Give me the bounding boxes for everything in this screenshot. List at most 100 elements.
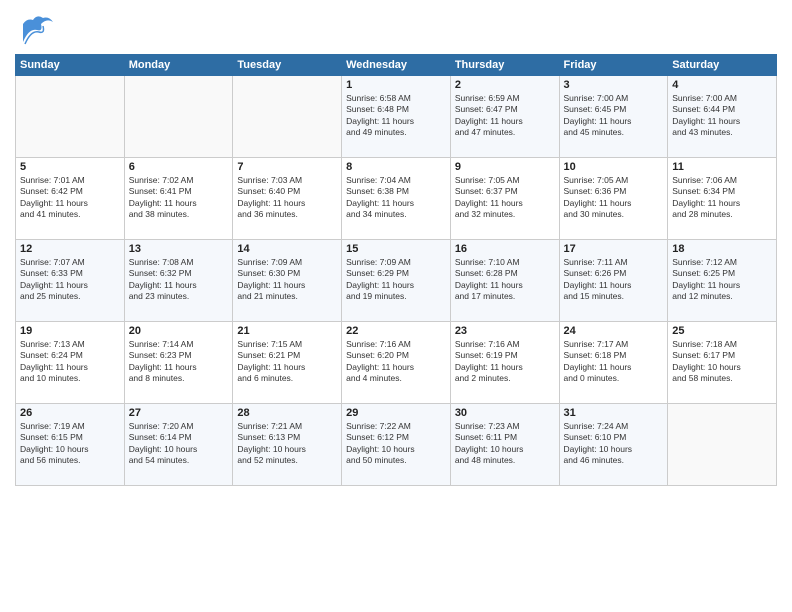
calendar-cell: 5Sunrise: 7:01 AM Sunset: 6:42 PM Daylig… [16, 158, 125, 240]
day-number: 12 [20, 243, 120, 255]
day-info: Sunrise: 7:00 AM Sunset: 6:45 PM Dayligh… [564, 93, 664, 139]
day-number: 8 [346, 161, 446, 173]
day-info: Sunrise: 7:07 AM Sunset: 6:33 PM Dayligh… [20, 257, 120, 303]
calendar-week-row: 19 Sunrise: 7:13 AM Sunset: 6:24 PM Dayli… [16, 322, 777, 404]
calendar-cell: 19 Sunrise: 7:13 AM Sunset: 6:24 PM Dayli… [16, 322, 125, 404]
calendar-week-row: 12 Sunrise: 7:07 AM Sunset: 6:33 PM Dayli… [16, 240, 777, 322]
day-info: Sunrise: 7:21 AM Sunset: 6:13 PM Dayligh… [237, 421, 337, 467]
day-info: Sunrise: 7:03 AM Sunset: 6:40 PM Dayligh… [237, 175, 337, 221]
day-info: Sunrise: 7:16 AM Sunset: 6:19 PM Dayligh… [455, 339, 555, 385]
day-number: 2 [455, 79, 555, 91]
calendar-cell: 28 Sunrise: 7:21 AM Sunset: 6:13 PM Dayli… [233, 404, 342, 486]
calendar-cell: 7 Sunrise: 7:03 AM Sunset: 6:40 PM Daylig… [233, 158, 342, 240]
day-number: 16 [455, 243, 555, 255]
calendar-cell: 10 Sunrise: 7:05 AM Sunset: 6:36 PM Dayli… [559, 158, 668, 240]
day-info: Sunrise: 7:05 AM Sunset: 6:36 PM Dayligh… [564, 175, 664, 221]
day-info: Sunrise: 7:15 AM Sunset: 6:21 PM Dayligh… [237, 339, 337, 385]
calendar-cell: 16 Sunrise: 7:10 AM Sunset: 6:28 PM Dayli… [450, 240, 559, 322]
day-number: 19 [20, 325, 120, 337]
day-info: Sunrise: 7:18 AM Sunset: 6:17 PM Dayligh… [672, 339, 772, 385]
calendar-body: 1 Sunrise: 6:58 AM Sunset: 6:48 PM Daylig… [16, 76, 777, 486]
calendar-cell [233, 76, 342, 158]
day-info: Sunrise: 7:00 AM Sunset: 6:44 PM Dayligh… [672, 93, 772, 139]
day-number: 20 [129, 325, 229, 337]
calendar-cell: 20 Sunrise: 7:14 AM Sunset: 6:23 PM Dayli… [124, 322, 233, 404]
day-info: Sunrise: 7:01 AM Sunset: 6:42 PM Dayligh… [20, 175, 120, 221]
calendar-cell: 3Sunrise: 7:00 AM Sunset: 6:45 PM Daylig… [559, 76, 668, 158]
day-info: Sunrise: 7:19 AM Sunset: 6:15 PM Dayligh… [20, 421, 120, 467]
page: Sunday Monday Tuesday Wednesday Thursday… [0, 0, 792, 612]
header-saturday: Saturday [668, 55, 777, 76]
calendar-cell: 23 Sunrise: 7:16 AM Sunset: 6:19 PM Dayli… [450, 322, 559, 404]
day-number: 28 [237, 407, 337, 419]
header-friday: Friday [559, 55, 668, 76]
header-wednesday: Wednesday [342, 55, 451, 76]
day-info: Sunrise: 7:09 AM Sunset: 6:30 PM Dayligh… [237, 257, 337, 303]
day-info: Sunrise: 7:17 AM Sunset: 6:18 PM Dayligh… [564, 339, 664, 385]
calendar-table: Sunday Monday Tuesday Wednesday Thursday… [15, 54, 777, 486]
day-number: 9 [455, 161, 555, 173]
calendar-cell: 26 Sunrise: 7:19 AM Sunset: 6:15 PM Dayli… [16, 404, 125, 486]
calendar-cell: 15 Sunrise: 7:09 AM Sunset: 6:29 PM Dayli… [342, 240, 451, 322]
calendar-cell: 13Sunrise: 7:08 AM Sunset: 6:32 PM Dayli… [124, 240, 233, 322]
day-number: 27 [129, 407, 229, 419]
header [15, 10, 777, 50]
day-number: 11 [672, 161, 772, 173]
day-info: Sunrise: 6:59 AM Sunset: 6:47 PM Dayligh… [455, 93, 555, 139]
day-number: 29 [346, 407, 446, 419]
day-number: 4 [672, 79, 772, 91]
day-number: 26 [20, 407, 120, 419]
calendar-cell: 8 Sunrise: 7:04 AM Sunset: 6:38 PM Daylig… [342, 158, 451, 240]
day-number: 7 [237, 161, 337, 173]
calendar-cell: 24 Sunrise: 7:17 AM Sunset: 6:18 PM Dayli… [559, 322, 668, 404]
calendar-cell: 17 Sunrise: 7:11 AM Sunset: 6:26 PM Dayli… [559, 240, 668, 322]
calendar-cell: 6 Sunrise: 7:02 AM Sunset: 6:41 PM Daylig… [124, 158, 233, 240]
calendar-cell: 22 Sunrise: 7:16 AM Sunset: 6:20 PM Dayli… [342, 322, 451, 404]
weekday-header-row: Sunday Monday Tuesday Wednesday Thursday… [16, 55, 777, 76]
day-info: Sunrise: 7:24 AM Sunset: 6:10 PM Dayligh… [564, 421, 664, 467]
day-info: Sunrise: 7:13 AM Sunset: 6:24 PM Dayligh… [20, 339, 120, 385]
day-info: Sunrise: 7:11 AM Sunset: 6:26 PM Dayligh… [564, 257, 664, 303]
day-info: Sunrise: 7:06 AM Sunset: 6:34 PM Dayligh… [672, 175, 772, 221]
day-number: 15 [346, 243, 446, 255]
calendar-cell: 1 Sunrise: 6:58 AM Sunset: 6:48 PM Daylig… [342, 76, 451, 158]
day-number: 17 [564, 243, 664, 255]
day-number: 24 [564, 325, 664, 337]
day-info: Sunrise: 7:23 AM Sunset: 6:11 PM Dayligh… [455, 421, 555, 467]
day-number: 10 [564, 161, 664, 173]
header-tuesday: Tuesday [233, 55, 342, 76]
calendar-cell: 29 Sunrise: 7:22 AM Sunset: 6:12 PM Dayli… [342, 404, 451, 486]
day-number: 18 [672, 243, 772, 255]
calendar-cell: 21Sunrise: 7:15 AM Sunset: 6:21 PM Dayli… [233, 322, 342, 404]
calendar-cell [668, 404, 777, 486]
day-info: Sunrise: 7:04 AM Sunset: 6:38 PM Dayligh… [346, 175, 446, 221]
calendar-cell: 30Sunrise: 7:23 AM Sunset: 6:11 PM Dayli… [450, 404, 559, 486]
logo-icon [15, 10, 55, 50]
day-info: Sunrise: 7:09 AM Sunset: 6:29 PM Dayligh… [346, 257, 446, 303]
logo [15, 10, 59, 50]
day-info: Sunrise: 6:58 AM Sunset: 6:48 PM Dayligh… [346, 93, 446, 139]
day-number: 22 [346, 325, 446, 337]
day-info: Sunrise: 7:05 AM Sunset: 6:37 PM Dayligh… [455, 175, 555, 221]
day-number: 6 [129, 161, 229, 173]
day-number: 31 [564, 407, 664, 419]
day-info: Sunrise: 7:22 AM Sunset: 6:12 PM Dayligh… [346, 421, 446, 467]
day-info: Sunrise: 7:08 AM Sunset: 6:32 PM Dayligh… [129, 257, 229, 303]
calendar-cell: 25 Sunrise: 7:18 AM Sunset: 6:17 PM Dayli… [668, 322, 777, 404]
calendar-cell: 12 Sunrise: 7:07 AM Sunset: 6:33 PM Dayli… [16, 240, 125, 322]
header-sunday: Sunday [16, 55, 125, 76]
day-number: 23 [455, 325, 555, 337]
calendar-cell: 18Sunrise: 7:12 AM Sunset: 6:25 PM Dayli… [668, 240, 777, 322]
day-info: Sunrise: 7:10 AM Sunset: 6:28 PM Dayligh… [455, 257, 555, 303]
day-number: 25 [672, 325, 772, 337]
header-thursday: Thursday [450, 55, 559, 76]
calendar-cell: 2 Sunrise: 6:59 AM Sunset: 6:47 PM Daylig… [450, 76, 559, 158]
calendar-week-row: 26 Sunrise: 7:19 AM Sunset: 6:15 PM Dayli… [16, 404, 777, 486]
calendar-week-row: 1 Sunrise: 6:58 AM Sunset: 6:48 PM Daylig… [16, 76, 777, 158]
calendar-cell: 27Sunrise: 7:20 AM Sunset: 6:14 PM Dayli… [124, 404, 233, 486]
day-info: Sunrise: 7:14 AM Sunset: 6:23 PM Dayligh… [129, 339, 229, 385]
calendar-cell: 11 Sunrise: 7:06 AM Sunset: 6:34 PM Dayli… [668, 158, 777, 240]
day-info: Sunrise: 7:16 AM Sunset: 6:20 PM Dayligh… [346, 339, 446, 385]
day-info: Sunrise: 7:02 AM Sunset: 6:41 PM Dayligh… [129, 175, 229, 221]
day-number: 1 [346, 79, 446, 91]
